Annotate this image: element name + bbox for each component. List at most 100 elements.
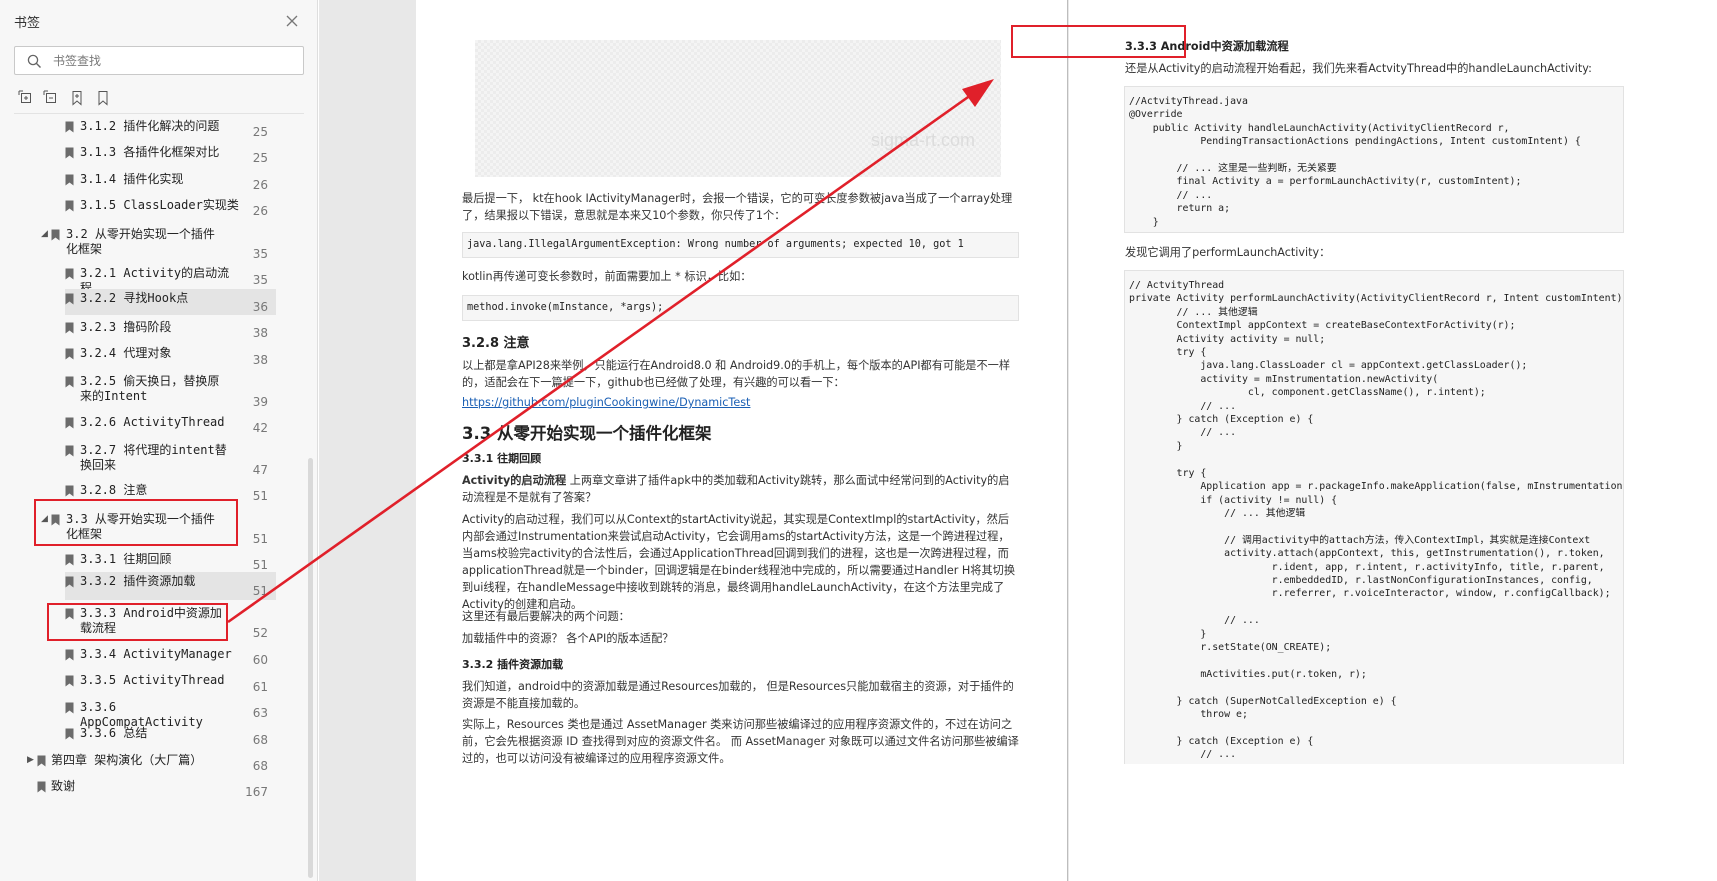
bookmark-icon [65,293,74,305]
paragraph: 这里还有最后要解决的两个问题： [462,610,630,623]
bookmark-item[interactable]: 3.3.6 总结 68 [0,724,305,747]
bookmark-page-number: 63 [252,706,268,720]
bookmark-page-number: 26 [252,178,268,192]
bookmark-icon [65,702,74,714]
bookmark-icon [65,348,74,360]
paragraph: 以上都是拿API28来举例，只能运行在Android8.0 和 Android9… [462,359,1011,389]
bookmark-page-number: 25 [252,125,268,139]
bookmark-page-number: 52 [252,626,268,640]
bookmark-icon [65,485,74,497]
paragraph: 还是从Activity的启动流程开始看起，我们先来看ActvityThread中… [1125,62,1592,75]
bookmark-item[interactable]: ▶ 第四章 架构演化（大厂篇） 68 [0,751,305,773]
bookmark-item[interactable]: ◢ 3.3 从零开始实现一个插件化框架 51 [0,510,305,548]
bookmark-page-number: 36 [252,300,268,314]
bookmark-page-number: 47 [252,463,268,477]
bookmark-icon [65,608,74,620]
bookmark-item[interactable]: 3.3.4 ActivityManager 60 [0,645,305,667]
bookmark-label: 3.1.4 插件化实现 [80,172,184,186]
image-watermark: sigma-rt.com [870,130,975,150]
bookmark-label: 3.3.6 总结 [80,726,148,740]
bookmark-icon [65,200,74,212]
bookmark-page-number: 35 [252,247,268,261]
bookmark-icon [65,576,74,588]
bookmark-item[interactable]: 3.1.2 插件化解决的问题 25 [0,117,305,139]
bookmark-label: 3.3.3 Android中资源加载流程 [80,606,222,635]
expand-arrow-icon[interactable]: ▶ [27,755,37,765]
collapse-arrow-icon[interactable]: ◢ [41,229,51,239]
bookmark-icon [51,229,60,241]
bookmark-page-number: 60 [252,653,268,667]
bookmark-label: 第四章 架构演化（大厂篇） [51,753,203,767]
bookmark-item[interactable]: 3.1.3 各插件化框架对比 25 [0,143,305,165]
bookmark-label: 3.2.3 撸码阶段 [80,320,172,334]
bookmark-item[interactable]: 3.3.1 往期回顾 51 [0,550,305,572]
bookmark-item[interactable]: 3.3.2 插件资源加载 51 [65,572,276,600]
paragraph: 加载插件中的资源？ 各个API的版本适配？ [462,632,674,645]
bookmark-icon [65,174,74,186]
bookmark-tree: 3.1.2 插件化解决的问题 25 3.1.3 各插件化框架对比 25 3.1.4 插件… [0,0,305,881]
code-block: java.lang.IllegalArgumentException: Wron… [462,232,1019,258]
bookmark-page-number: 61 [252,680,268,694]
bookmark-item[interactable]: 3.2.2 寻找Hook点 36 [65,289,276,315]
bookmark-icon [65,376,74,388]
bookmark-icon [65,322,74,334]
section-heading: 3.3 从零开始实现一个插件化框架 [462,424,712,443]
bookmark-item[interactable]: 3.2.7 将代理的intent替换回来 47 [0,441,305,479]
bookmark-icon [65,728,74,740]
bookmark-icon [37,781,46,793]
bookmark-page-number: 42 [252,421,268,435]
bookmark-item[interactable]: 3.2.8 注意 51 [0,481,305,503]
bookmark-item[interactable]: 3.2.4 代理对象 38 [0,344,305,367]
bookmark-item[interactable]: 3.1.4 插件化实现 26 [0,170,305,192]
bookmark-label: 3.1.5 ClassLoader实现类 [80,198,239,212]
github-link[interactable]: https://github.com/pluginCookingwine/Dyn… [462,394,750,411]
bookmark-label: 3.2.8 注意 [80,483,148,497]
collapse-arrow-icon[interactable]: ◢ [41,514,51,524]
bookmark-item[interactable]: 3.2.6 ActivityThread 42 [0,413,305,435]
bookmark-item[interactable]: 3.2.1 Activity的启动流程 35 [0,264,305,295]
bookmark-page-number: 38 [252,353,268,367]
bookmark-item[interactable]: 致谢 167 [0,777,305,799]
code-block: //ActvityThread.java @Override public Ac… [1124,86,1624,233]
code-block: // ActvityThread private Activity perfor… [1124,270,1624,764]
bookmark-item[interactable]: 3.3.6 AppCompatActivity 63 [0,698,305,729]
bookmark-label: 3.2.7 将代理的intent替换回来 [80,443,227,472]
code-block: method.invoke(mInstance, *args); [462,295,1019,321]
bookmark-label: 3.3 从零开始实现一个插件化框架 [66,512,215,541]
bookmark-icon [65,649,74,661]
bookmark-icon [65,147,74,159]
bookmark-label: 3.3.1 往期回顾 [80,552,172,566]
bookmark-label: 3.3.2 插件资源加载 [80,574,196,588]
bookmark-page-number: 25 [252,151,268,165]
bookmark-label: 3.1.3 各插件化框架对比 [80,145,220,159]
bookmark-page-number: 39 [252,395,268,409]
bookmark-label: 3.2.4 代理对象 [80,346,172,360]
sidebar-scrollbar[interactable] [308,458,313,878]
bookmark-page-number: 51 [252,584,268,598]
bookmark-label: 3.1.2 插件化解决的问题 [80,119,220,133]
bookmark-label: 3.3.4 ActivityManager [80,647,232,661]
bookmark-item[interactable]: 3.2.5 偷天换日，替换原来的Intent 39 [0,372,305,410]
bookmark-item[interactable]: 3.3.3 Android中资源加载流程 52 [0,604,305,642]
bookmark-icon [65,417,74,429]
document-page-left: sigma-rt.com 最后提一下， kt在hook IActivityMan… [416,0,1068,881]
figure-image: sigma-rt.com [475,40,1001,177]
bookmark-icon [51,514,60,526]
document-viewport[interactable]: sigma-rt.com 最后提一下， kt在hook IActivityMan… [319,0,1717,881]
section-heading: 3.3.2 插件资源加载 [462,658,564,671]
bookmark-label: 3.2 从零开始实现一个插件化框架 [66,227,215,256]
bookmark-page-number: 68 [252,759,268,773]
bookmark-panel: 书签 3.1.2 插件化解决的问题253.1.3 各插件化框架对比253.1.4… [0,0,318,881]
bookmark-page-number: 51 [252,489,268,503]
bookmark-page-number: 51 [252,532,268,546]
bookmark-page-number: 167 [245,785,268,799]
document-page-right: 3.3.3 Android中资源加载流程 还是从Activity的启动流程开始看… [1069,0,1717,881]
bookmark-item[interactable]: 3.2.3 撸码阶段 38 [0,318,305,340]
paragraph: kotlin再传递可变长参数时，前面需要加上 * 标识，比如： [462,270,752,283]
bookmark-item[interactable]: ◢ 3.2 从零开始实现一个插件化框架 35 [0,225,305,263]
bookmark-page-number: 38 [252,326,268,340]
section-heading: 3.3.1 往期回顾 [462,452,542,465]
bookmark-item[interactable]: 3.1.5 ClassLoader实现类 26 [0,196,305,218]
bookmark-item[interactable]: 3.3.5 ActivityThread 61 [0,671,305,694]
bookmark-page-number: 51 [252,558,268,572]
